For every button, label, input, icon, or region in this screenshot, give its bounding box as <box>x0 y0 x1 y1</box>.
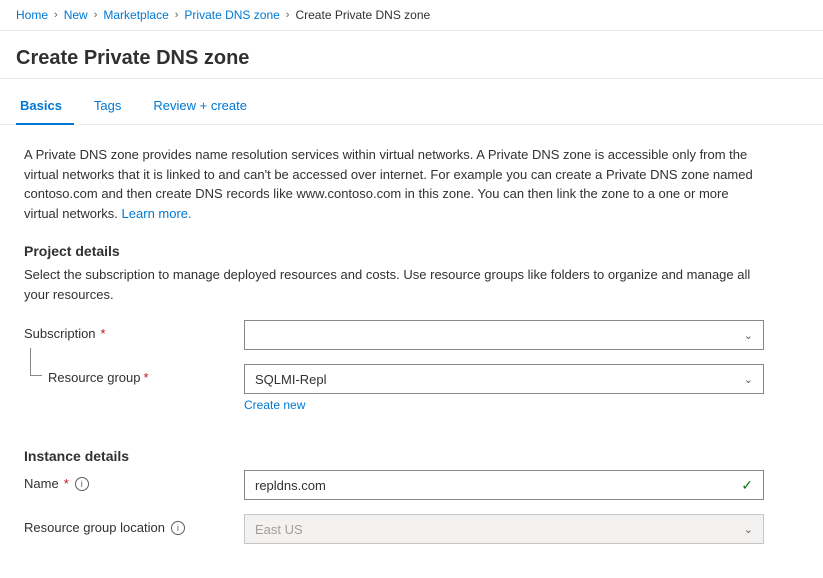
name-label: Name * i <box>24 470 244 491</box>
resource-group-required: * <box>144 370 149 385</box>
project-details-desc: Select the subscription to manage deploy… <box>24 265 764 304</box>
breadcrumb-home[interactable]: Home <box>16 8 48 22</box>
create-new-resource-group-link[interactable]: Create new <box>244 398 764 412</box>
project-details-title: Project details <box>24 243 799 259</box>
subscription-row: Subscription * ⌄ <box>24 320 764 350</box>
resource-group-control: SQLMI-Repl ⌄ Create new <box>244 364 764 412</box>
breadcrumb-private-dns[interactable]: Private DNS zone <box>184 8 279 22</box>
name-info-icon[interactable]: i <box>75 477 89 491</box>
resource-group-label-wrapper: Resource group * <box>48 364 244 385</box>
name-value: repldns.com <box>255 478 326 493</box>
name-input[interactable]: repldns.com ✓ <box>244 470 764 500</box>
name-row: Name * i repldns.com ✓ <box>24 470 764 500</box>
rg-location-chevron-icon: ⌄ <box>744 523 753 536</box>
resource-group-dropdown[interactable]: SQLMI-Repl ⌄ <box>244 364 764 394</box>
tabs-container: Basics Tags Review + create <box>0 87 823 125</box>
page-title: Create Private DNS zone <box>16 47 807 70</box>
rg-location-row: Resource group location i East US ⌄ <box>24 514 764 544</box>
resource-group-chevron-icon: ⌄ <box>744 373 753 386</box>
subscription-chevron-icon: ⌄ <box>744 329 753 342</box>
subscription-required: * <box>101 326 106 341</box>
resource-group-value: SQLMI-Repl <box>255 372 327 387</box>
page-header: Create Private DNS zone <box>0 31 823 79</box>
breadcrumb: Home › New › Marketplace › Private DNS z… <box>0 0 823 31</box>
breadcrumb-sep-1: › <box>54 9 58 21</box>
rg-location-label: Resource group location i <box>24 514 244 535</box>
tab-review-create[interactable]: Review + create <box>149 88 259 125</box>
name-required: * <box>64 476 69 491</box>
breadcrumb-sep-2: › <box>94 9 98 21</box>
rg-location-value: East US <box>255 522 303 537</box>
name-control: repldns.com ✓ <box>244 470 764 500</box>
breadcrumb-sep-3: › <box>175 9 179 21</box>
subscription-dropdown[interactable]: ⌄ <box>244 320 764 350</box>
tab-tags[interactable]: Tags <box>90 88 133 125</box>
content-area: A Private DNS zone provides name resolut… <box>0 125 823 578</box>
breadcrumb-sep-4: › <box>286 9 290 21</box>
rg-location-dropdown: East US ⌄ <box>244 514 764 544</box>
rg-location-info-icon[interactable]: i <box>171 521 185 535</box>
subscription-label: Subscription * <box>24 320 244 341</box>
name-valid-icon: ✓ <box>741 477 753 494</box>
resource-group-row: Resource group * SQLMI-Repl ⌄ Create new <box>24 364 764 412</box>
rg-connector-line <box>30 348 42 376</box>
breadcrumb-new[interactable]: New <box>64 8 88 22</box>
tab-basics[interactable]: Basics <box>16 88 74 125</box>
rg-location-control: East US ⌄ <box>244 514 764 544</box>
instance-details-title: Instance details <box>24 448 799 464</box>
subscription-control: ⌄ <box>244 320 764 350</box>
learn-more-link[interactable]: Learn more. <box>122 206 192 221</box>
intro-description: A Private DNS zone provides name resolut… <box>24 145 764 223</box>
breadcrumb-marketplace[interactable]: Marketplace <box>103 8 168 22</box>
breadcrumb-current: Create Private DNS zone <box>295 8 430 22</box>
